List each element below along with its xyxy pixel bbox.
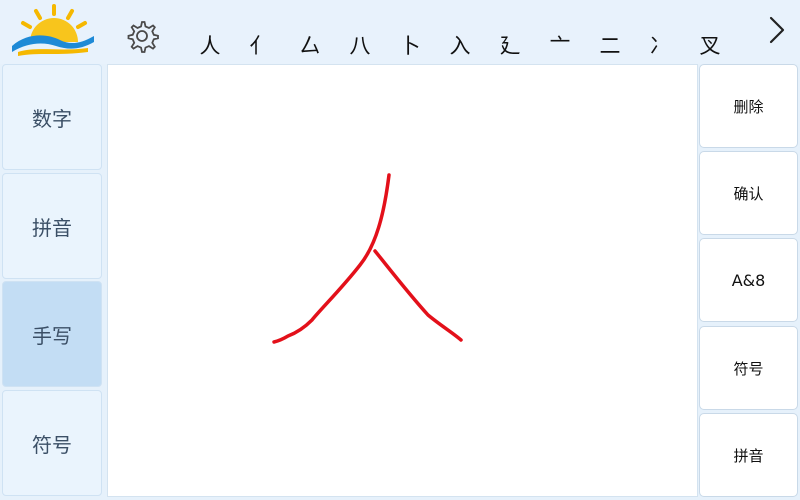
chevron-right-icon[interactable]: [762, 12, 792, 48]
candidate-item[interactable]: 入: [435, 30, 485, 60]
stroke-left-falling: [272, 173, 391, 344]
candidate-item[interactable]: 卜: [385, 30, 435, 60]
tab-handwriting[interactable]: 手写: [2, 281, 102, 387]
candidate-item[interactable]: 亻: [235, 30, 285, 60]
sun-logo-icon: [12, 4, 94, 56]
candidate-item[interactable]: 冫: [635, 30, 685, 60]
candidate-item[interactable]: 叉: [685, 30, 735, 60]
action-sidebar: 删除 确认 A&8 符号 拼音: [699, 64, 798, 498]
gear-icon[interactable]: [124, 18, 160, 54]
candidate-item[interactable]: 廴: [485, 30, 535, 60]
tab-numbers[interactable]: 数字: [2, 64, 102, 170]
tab-pinyin[interactable]: 拼音: [2, 173, 102, 279]
candidate-list: 人 亻 厶 八 卜 入 廴 亠 二 冫 叉: [185, 28, 745, 62]
input-mode-sidebar: 数字 拼音 手写 符号: [2, 64, 102, 498]
stroke-right-falling: [373, 249, 463, 342]
candidate-item[interactable]: 二: [585, 30, 635, 60]
handwriting-strokes: [272, 173, 463, 344]
candidate-item[interactable]: 厶: [285, 30, 335, 60]
symbols-button[interactable]: 符号: [699, 326, 798, 410]
top-bar: 人 亻 厶 八 卜 入 廴 亠 二 冫 叉: [0, 0, 800, 64]
tab-symbols[interactable]: 符号: [2, 390, 102, 496]
pinyin-button[interactable]: 拼音: [699, 413, 798, 497]
handwriting-canvas[interactable]: [107, 64, 698, 497]
candidate-item[interactable]: 亠: [535, 30, 585, 60]
candidate-item[interactable]: 八: [335, 30, 385, 60]
delete-button[interactable]: 删除: [699, 64, 798, 148]
candidate-item[interactable]: 人: [185, 30, 235, 60]
confirm-button[interactable]: 确认: [699, 151, 798, 235]
switch-alphanumeric-button[interactable]: A&8: [699, 238, 798, 322]
